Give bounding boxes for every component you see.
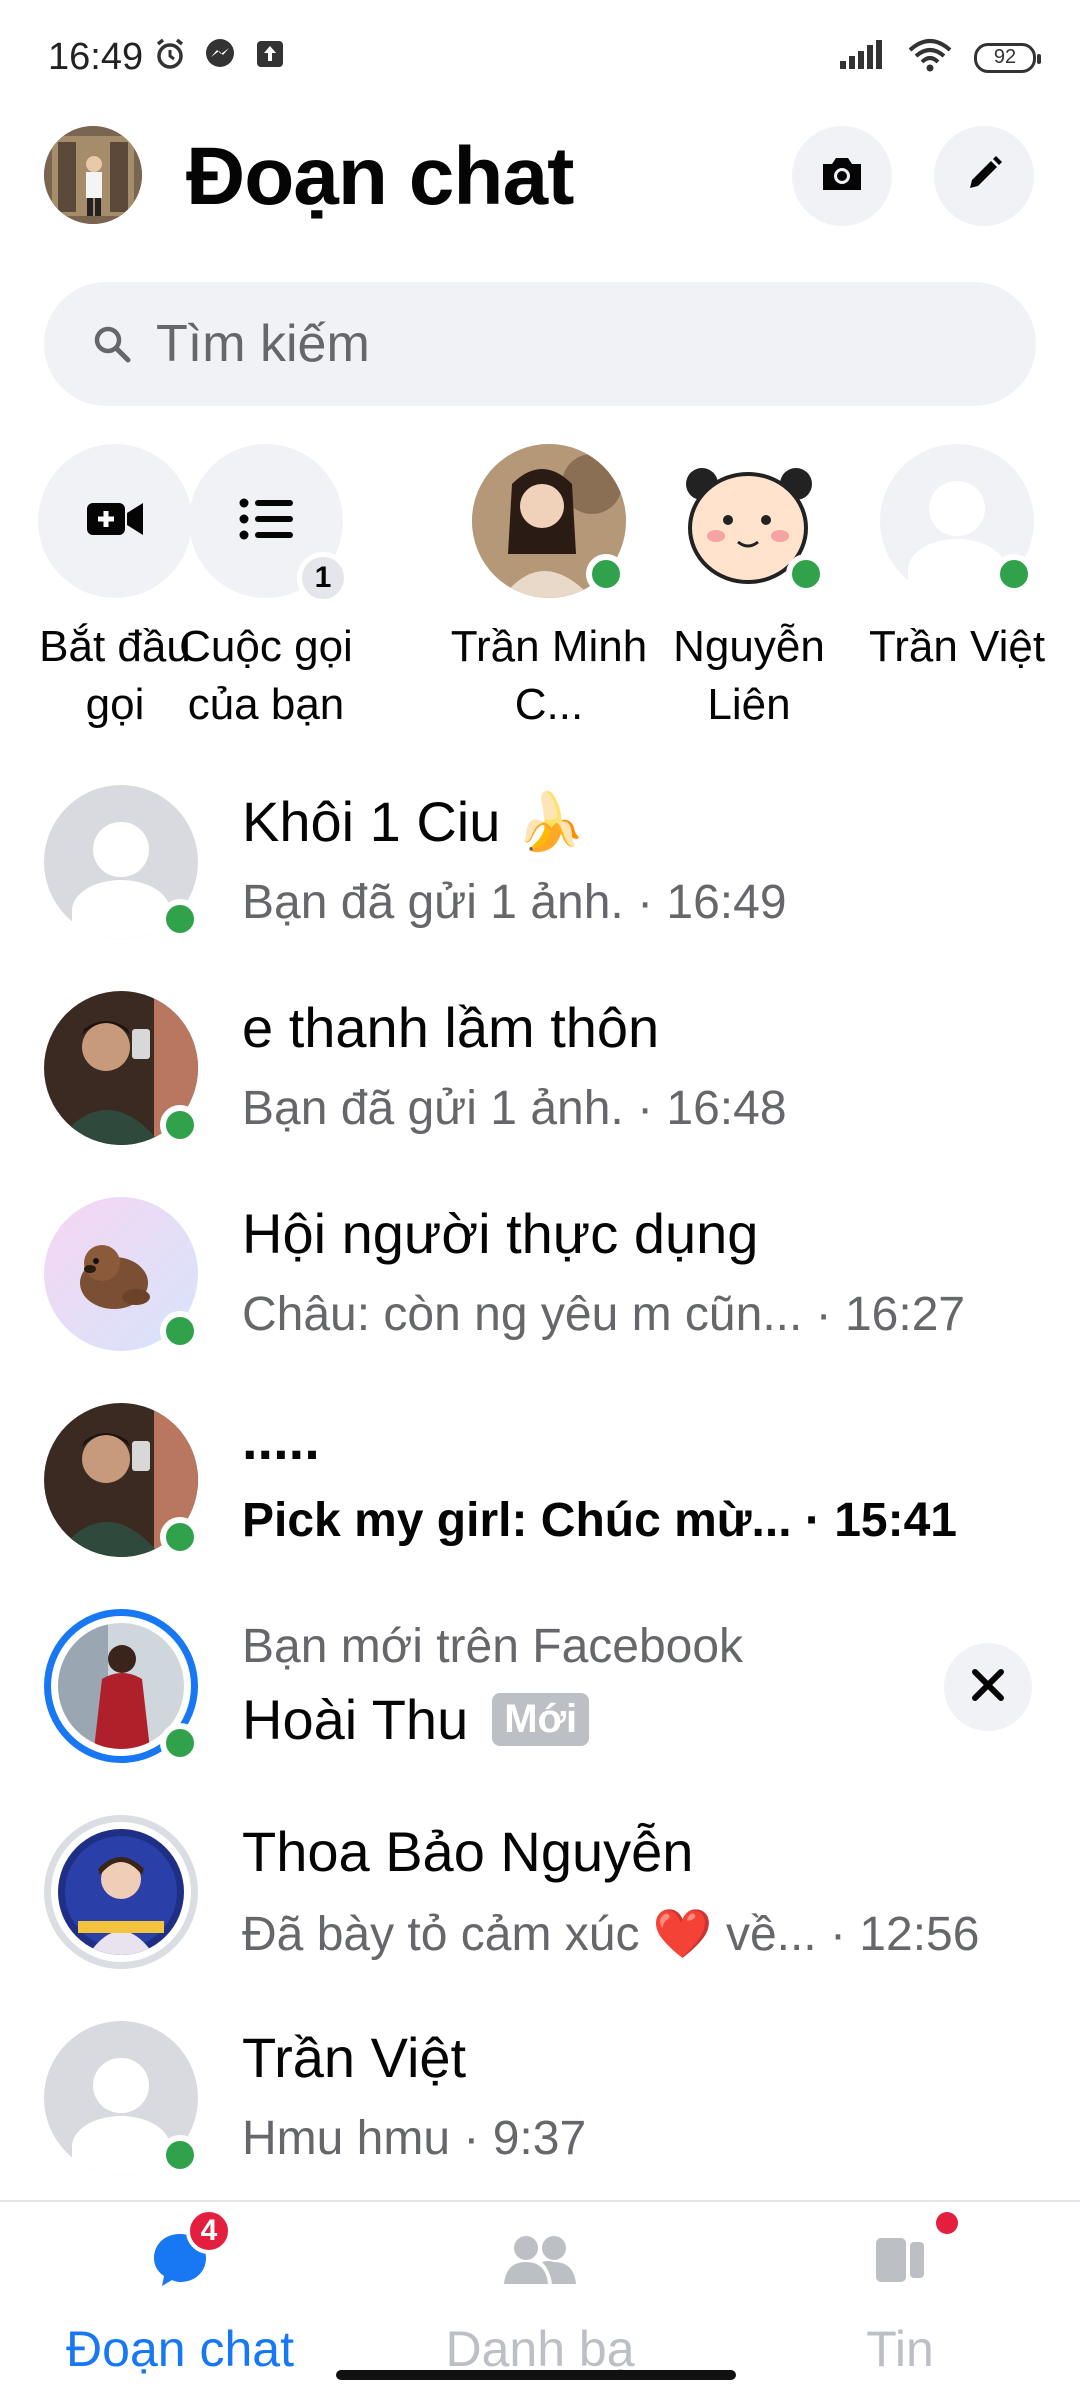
online-indicator	[160, 1311, 200, 1351]
chat-preview: Đã bày tỏ cảm xúc ❤️ về... · 12:56	[242, 1908, 980, 1961]
active-friends-row: Bắt đầu gọi 1 Cuộc gọi của bạn Trần Minh…	[0, 444, 1080, 734]
chat-name: Hoài Thu	[242, 1688, 469, 1751]
list-icon	[239, 497, 293, 546]
search-placeholder: Tìm kiếm	[156, 315, 370, 373]
chat-preview: Pick my girl: Chúc mừ... · 15:41	[242, 1494, 957, 1547]
camera-icon	[819, 154, 865, 199]
tab-contacts[interactable]: Danh bạ	[360, 2222, 720, 2378]
status-bar: 16:49 92	[0, 0, 1080, 110]
chat-row[interactable]: Khôi 1 Ciu 🍌 Bạn đã gửi 1 ảnh. · 16:49	[0, 775, 1080, 981]
active-friend[interactable]: Trần Minh C...	[444, 444, 654, 734]
video-plus-icon	[85, 499, 145, 544]
chat-row[interactable]: Thoa Bảo Nguyễn Đã bày tỏ cảm xúc ❤️ về.…	[0, 1805, 1080, 2011]
chat-preview: Bạn đã gửi 1 ảnh. · 16:49	[242, 876, 787, 929]
profile-avatar[interactable]	[44, 126, 142, 224]
stories-icon	[872, 2232, 928, 2293]
active-label: Nguyễn Liên	[673, 622, 825, 729]
tab-chats[interactable]: 4 Đoạn chat	[0, 2208, 360, 2378]
home-indicator[interactable]	[336, 2370, 736, 2380]
online-indicator	[786, 554, 826, 594]
chat-name: Thoa Bảo Nguyễn	[242, 1820, 694, 1883]
new-friend-subtitle: Bạn mới trên Facebook	[242, 1620, 744, 1673]
chat-name: Hội người thực dụng	[242, 1202, 759, 1265]
online-indicator	[160, 1517, 200, 1557]
wifi-icon	[908, 38, 952, 77]
search-icon	[88, 320, 136, 368]
header: Đoạn chat	[0, 120, 1080, 240]
chat-name: Khôi 1 Ciu 🍌	[242, 790, 586, 853]
online-indicator	[160, 2135, 200, 2175]
camera-button[interactable]	[792, 126, 892, 226]
chat-preview: Châu: còn ng yêu m cũn... · 16:27	[242, 1288, 966, 1341]
upload-icon	[252, 36, 288, 72]
chat-preview: Hmu hmu · 9:37	[242, 2112, 587, 2165]
tab-stories[interactable]: Tin	[720, 2212, 1080, 2378]
active-friend[interactable]: Nguyễn Liên	[644, 444, 854, 734]
new-friend-row[interactable]: Bạn mới trên Facebook Hoài Thu Mới	[0, 1599, 1080, 1805]
online-indicator	[994, 554, 1034, 594]
status-time: 16:49	[48, 36, 144, 78]
tab-label: Tin	[866, 2321, 934, 2377]
active-label: Cuộc gọi của bạn	[179, 622, 353, 729]
online-indicator	[586, 554, 626, 594]
search-bar[interactable]: Tìm kiếm	[44, 282, 1036, 406]
active-friend[interactable]: Trần Việt	[852, 444, 1062, 676]
active-label: Trần Việt	[868, 622, 1046, 671]
close-icon	[970, 1667, 1006, 1708]
chat-row[interactable]: Trần Việt Hmu hmu · 9:37	[0, 2011, 1080, 2217]
online-indicator	[160, 1105, 200, 1145]
dismiss-button[interactable]	[944, 1643, 1032, 1731]
chat-row[interactable]: Hội người thực dụng Châu: còn ng yêu m c…	[0, 1187, 1080, 1393]
active-label: Trần Minh C...	[450, 622, 648, 729]
avatar	[880, 444, 1034, 602]
unread-count-badge: 4	[186, 2208, 232, 2254]
tab-label: Đoạn chat	[66, 2321, 294, 2377]
compose-icon	[964, 154, 1004, 199]
page-title: Đoạn chat	[186, 131, 574, 222]
chat-row[interactable]: e thanh lầm thôn Bạn đã gửi 1 ảnh. · 16:…	[0, 981, 1080, 1187]
compose-button[interactable]	[934, 126, 1034, 226]
people-icon	[502, 2232, 578, 2293]
your-calls-button[interactable]: 1 Cuộc gọi của bạn	[148, 444, 384, 734]
avatar	[44, 1815, 198, 1969]
online-indicator	[160, 899, 200, 939]
chat-name: .....	[242, 1408, 320, 1471]
online-indicator	[160, 1723, 200, 1763]
signal-icon	[838, 39, 886, 76]
call-count-badge: 1	[297, 552, 349, 604]
chat-name: e thanh lầm thôn	[242, 996, 660, 1059]
new-story-dot	[936, 2212, 958, 2234]
messenger-icon	[202, 36, 238, 72]
chat-list: Khôi 1 Ciu 🍌 Bạn đã gửi 1 ảnh. · 16:49 e…	[0, 775, 1080, 2217]
chat-preview: Bạn đã gửi 1 ảnh. · 16:48	[242, 1082, 787, 1135]
battery-icon: 92	[974, 42, 1041, 73]
chat-row[interactable]: ..... Pick my girl: Chúc mừ... · 15:41	[0, 1393, 1080, 1599]
alarm-icon	[152, 36, 188, 72]
new-badge: Mới	[492, 1693, 590, 1746]
chat-name: Trần Việt	[242, 2026, 467, 2089]
